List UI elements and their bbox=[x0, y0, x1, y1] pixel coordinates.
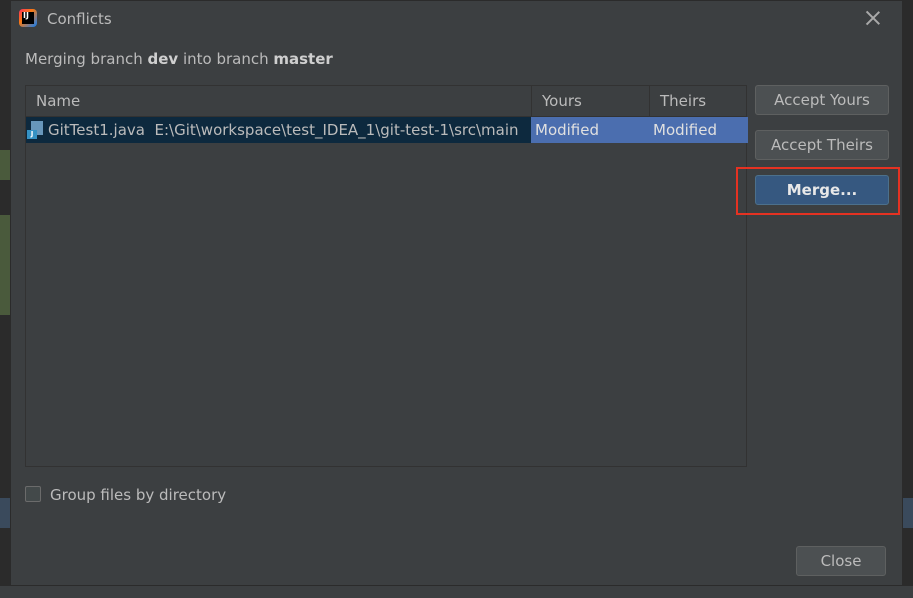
yours-status: Modified bbox=[531, 117, 649, 143]
dialog-title: Conflicts bbox=[47, 10, 112, 28]
table-row[interactable]: J GitTest1.java E:\Git\workspace\test_ID… bbox=[26, 117, 748, 143]
intellij-idea-icon: IJ bbox=[19, 9, 37, 27]
background-panel bbox=[903, 498, 913, 528]
column-header-theirs[interactable]: Theirs (dev) bbox=[649, 86, 748, 140]
file-cell: J GitTest1.java E:\Git\workspace\test_ID… bbox=[26, 117, 531, 143]
theirs-status: Modified bbox=[649, 117, 748, 143]
background-gutter bbox=[0, 215, 10, 315]
merge-description: Merging branch dev into branch master bbox=[25, 50, 333, 68]
file-name: GitTest1.java bbox=[48, 121, 145, 139]
background-gutter bbox=[0, 150, 10, 180]
background-statusbar bbox=[0, 586, 913, 598]
background-panel bbox=[0, 498, 10, 528]
title-bar: IJ Conflicts bbox=[11, 1, 902, 37]
file-path: E:\Git\workspace\test_IDEA_1\git-test-1\… bbox=[154, 121, 519, 139]
column-header-yours[interactable]: Yours (master) bbox=[531, 86, 649, 140]
close-button[interactable]: Close bbox=[796, 546, 886, 576]
source-branch: dev bbox=[147, 50, 179, 68]
column-header-name[interactable]: Name bbox=[26, 86, 531, 116]
conflicts-dialog: IJ Conflicts Merging branch dev into bra… bbox=[10, 0, 903, 586]
accept-theirs-button[interactable]: Accept Theirs bbox=[755, 130, 889, 160]
group-by-directory-label: Group files by directory bbox=[50, 486, 227, 504]
conflicts-table: Name Yours (master) Theirs (dev) J GitTe… bbox=[25, 85, 748, 467]
java-file-icon: J bbox=[27, 121, 45, 139]
accept-yours-button[interactable]: Accept Yours bbox=[755, 85, 889, 115]
merge-button[interactable]: Merge... bbox=[755, 175, 889, 205]
target-branch: master bbox=[273, 50, 333, 68]
group-by-directory-checkbox[interactable] bbox=[25, 486, 41, 502]
close-icon[interactable] bbox=[864, 9, 882, 27]
table-header: Name Yours (master) Theirs (dev) bbox=[26, 86, 748, 140]
